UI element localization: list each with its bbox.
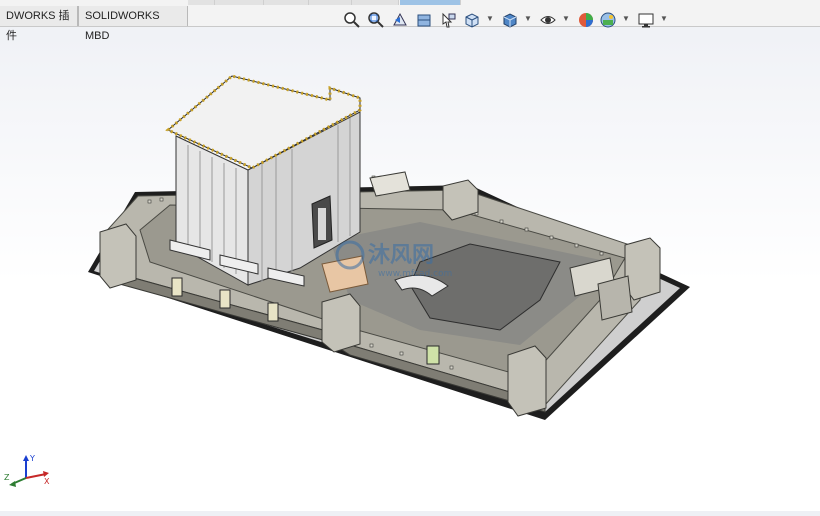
- watermark-url: www.mfcad.com: [378, 269, 452, 279]
- tab-strip-segment: [352, 0, 399, 5]
- chevron-down-icon[interactable]: ▼: [562, 14, 570, 23]
- y-axis-label: Y: [29, 454, 35, 463]
- command-manager-tabs: DWORKS 插件 SOLIDWORKS MBD: [0, 0, 820, 42]
- z-axis-label: Z: [4, 473, 10, 482]
- tab-strip-segment: [309, 0, 352, 5]
- chevron-down-icon[interactable]: ▼: [524, 14, 532, 23]
- graphics-area[interactable]: 沐风网 www.mfcad.com: [0, 27, 820, 511]
- chevron-down-icon[interactable]: ▼: [486, 14, 494, 23]
- tab-strip-segment: [188, 0, 215, 5]
- y-arrow-icon: [23, 455, 29, 461]
- tab-solidworks-mbd[interactable]: SOLIDWORKS MBD: [78, 6, 188, 42]
- x-axis: [25, 473, 47, 479]
- east-gate-tower: [597, 275, 633, 321]
- z-arrow-icon: [9, 481, 16, 487]
- tab-strip-segment: [215, 0, 264, 5]
- temple-model: 沐风网 www.mfcad.com: [88, 74, 690, 420]
- tab-strip-active-segment: [400, 0, 461, 5]
- chevron-down-icon[interactable]: ▼: [660, 14, 668, 23]
- tab-strip-segment: [264, 0, 309, 5]
- watermark-text: 沐风网: [368, 243, 434, 268]
- chevron-down-icon[interactable]: ▼: [622, 14, 630, 23]
- tab-solidworks-addins[interactable]: DWORKS 插件: [0, 6, 78, 42]
- x-axis-label: X: [44, 477, 50, 486]
- reference-triad: Y X Z: [4, 452, 54, 492]
